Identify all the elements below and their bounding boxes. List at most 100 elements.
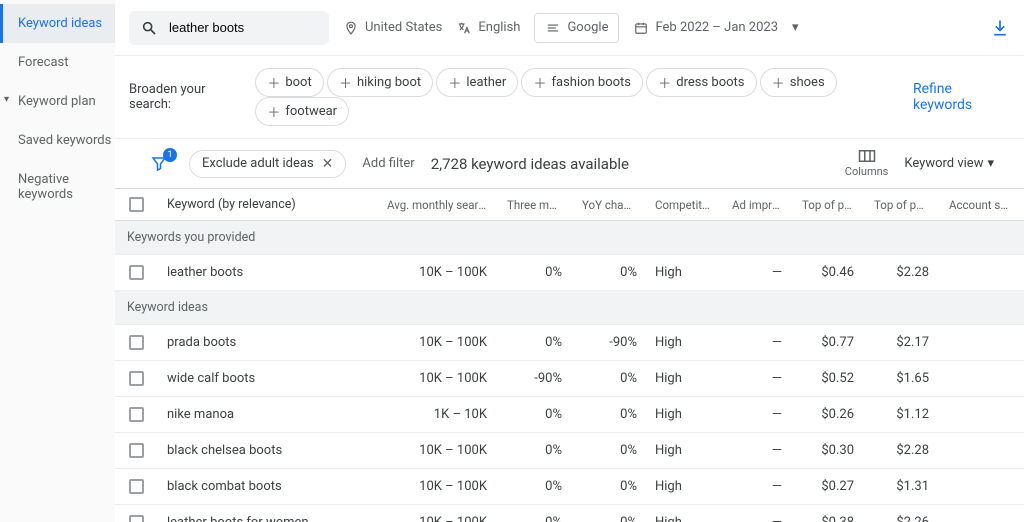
table-row: leather boots for women10K – 100K0%0%Hig… [115,505,1024,522]
cell-bid-high: $1.12 [864,397,939,432]
col-avg-searches[interactable]: Avg. monthly searches [377,190,497,220]
col-bid-low[interactable]: Top of page bid (low range) [792,190,864,220]
broaden-chip[interactable]: ＋ dress boots [646,68,756,97]
ideas-count: 2,728 keyword ideas available [431,155,629,173]
broaden-chip[interactable]: ＋leather [436,68,518,97]
cell-impression: — [722,469,792,504]
col-competition[interactable]: Competition [647,190,722,220]
cell-three-month: 0% [497,397,572,432]
row-checkbox[interactable] [129,265,144,280]
table-row: nike manoa1K – 10K0%0%High—$0.26$1.12 [115,397,1024,433]
col-account-status[interactable]: Account statu [939,190,1019,220]
plus-icon: ＋ [267,102,280,121]
cell-keyword: nike manoa [157,397,377,432]
cell-bid-low: $0.77 [792,325,864,360]
cell-three-month: 0% [497,433,572,468]
cell-yoy: 0% [572,505,647,522]
cell-yoy: 0% [572,397,647,432]
search-input[interactable] [167,19,347,36]
chip-label: dress boots [676,75,744,90]
sidebar-item-saved-keywords[interactable]: Saved keywords [0,121,115,160]
cell-bid-high: $1.31 [864,469,939,504]
sidebar: Keyword ideas Forecast Keyword plan Save… [0,0,115,522]
col-three-month[interactable]: Three month change [497,190,572,220]
language-selector[interactable]: English [456,20,520,36]
columns-button[interactable]: Columns [845,149,889,178]
cell-account-status [939,405,1019,425]
add-filter-button[interactable]: Add filter [362,156,414,171]
cell-account-status [939,513,1019,522]
cell-yoy: 0% [572,361,647,396]
location-selector[interactable]: United States [343,20,442,36]
broaden-chip[interactable]: ＋fashion boots [521,68,643,97]
location-label: United States [365,20,442,35]
table-row: leather boots10K – 100K0%0%High—$0.46$2.… [115,255,1024,291]
cell-account-status [939,477,1019,497]
filter-icon[interactable]: 1 [145,152,173,176]
row-checkbox[interactable] [129,443,144,458]
network-selector[interactable]: Google [534,13,619,43]
broaden-chip[interactable]: ＋boot [255,68,323,97]
col-yoy[interactable]: YoY change [572,190,647,220]
row-checkbox[interactable] [129,371,144,386]
cell-yoy: -90% [572,325,647,360]
cell-impression: — [722,361,792,396]
cell-avg: 10K – 100K [377,469,497,504]
cell-impression: — [722,433,792,468]
results-table: Keyword (by relevance) Avg. monthly sear… [115,188,1024,522]
cell-bid-low: $0.46 [792,255,864,290]
col-keyword[interactable]: Keyword (by relevance) [157,189,377,220]
cell-bid-low: $0.30 [792,433,864,468]
location-icon [343,20,359,36]
exclude-adult-chip[interactable]: Exclude adult ideas ✕ [189,150,346,178]
cell-competition: High [647,505,722,522]
col-impression-share[interactable]: Ad impression share [722,190,792,220]
keyword-view-label: Keyword view [904,156,983,171]
row-checkbox[interactable] [129,407,144,422]
row-checkbox[interactable] [129,335,144,350]
cell-bid-high: $2.28 [864,433,939,468]
sidebar-item-negative-keywords[interactable]: Negative keywords [0,160,115,214]
date-range-selector[interactable]: Feb 2022 – Jan 2023 ▾ [633,20,798,36]
table-row: black combat boots10K – 100K0%0%High—$0.… [115,469,1024,505]
select-all-checkbox[interactable] [129,197,144,212]
sidebar-item-forecast[interactable]: Forecast [0,43,115,82]
cell-avg: 10K – 100K [377,433,497,468]
cell-competition: High [647,469,722,504]
row-checkbox[interactable] [129,479,144,494]
network-label: Google [567,20,608,35]
cell-yoy: 0% [572,255,647,290]
top-bar: United States English Google Feb 2022 – … [115,0,1024,56]
download-button[interactable] [990,18,1010,38]
keyword-view-selector[interactable]: Keyword view ▾ [904,156,994,171]
search-box[interactable] [129,11,329,45]
broaden-chip[interactable]: ＋ footwear [255,97,349,126]
sidebar-item-keyword-plan[interactable]: Keyword plan [0,82,115,121]
close-icon[interactable]: ✕ [322,156,334,172]
table-row: wide calf boots10K – 100K-90%0%High—$0.5… [115,361,1024,397]
section-ideas: Keyword ideas [115,291,1024,325]
sidebar-item-keyword-ideas[interactable]: Keyword ideas [0,4,115,43]
refine-keywords-link[interactable]: Refine keywords [913,81,1010,113]
chip-label: footwear [285,104,337,119]
plus-icon: ＋ [448,73,461,92]
chip-label: shoes [790,75,825,90]
plus-icon: ＋ [658,73,671,92]
col-bid-high[interactable]: Top of page bid (high range) [864,190,939,220]
cell-avg: 1K – 10K [377,397,497,432]
row-checkbox[interactable] [129,515,144,522]
cell-account-status [939,333,1019,353]
broaden-chip[interactable]: ＋hiking boot [327,68,433,97]
cell-impression: — [722,397,792,432]
chevron-down-icon: ▾ [792,20,799,35]
cell-avg: 10K – 100K [377,325,497,360]
network-icon [545,20,561,36]
chevron-down-icon: ▾ [987,156,994,171]
chip-label: hiking boot [357,75,421,90]
table-row: prada boots10K – 100K0%-90%High—$0.77$2.… [115,325,1024,361]
cell-three-month: 0% [497,469,572,504]
columns-label: Columns [845,165,889,178]
cell-bid-low: $0.52 [792,361,864,396]
broaden-chip[interactable]: ＋shoes [760,68,837,97]
cell-competition: High [647,397,722,432]
